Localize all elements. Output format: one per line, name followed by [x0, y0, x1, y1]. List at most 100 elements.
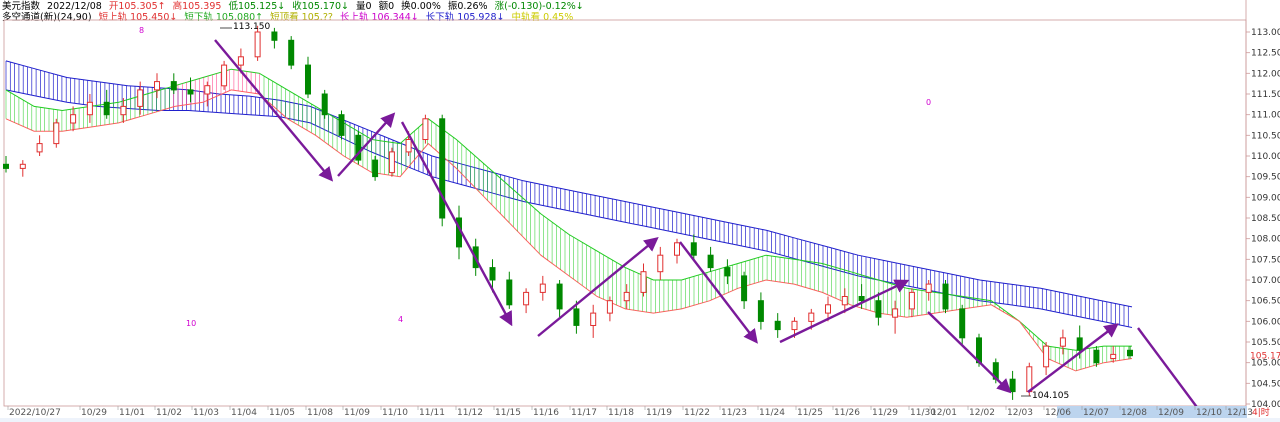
trend-arrow [400, 121, 513, 327]
candle-body [606, 300, 613, 314]
candle-body [422, 118, 429, 141]
candle-body [1043, 345, 1050, 368]
candle [892, 300, 899, 334]
candle-body [137, 89, 144, 107]
candle [1009, 370, 1016, 400]
candle-body [372, 159, 379, 178]
candle-body [573, 308, 580, 326]
candle [690, 234, 697, 260]
candle-body [623, 291, 630, 302]
candle-body [221, 64, 228, 87]
candle [741, 271, 748, 309]
x-tick-label: 11/05 [269, 408, 295, 418]
candle-body [187, 89, 194, 95]
candle [154, 73, 160, 99]
candle-body [1110, 353, 1117, 359]
candle [908, 288, 915, 318]
trend-arrows [214, 39, 1208, 422]
candle [1110, 346, 1117, 363]
price-chart[interactable]: 113.000 112.500 112.000 111.500 111.000 110.5… [0, 0, 1280, 422]
candle-body [724, 267, 731, 277]
candle-body [539, 283, 546, 293]
candle-body [774, 320, 781, 331]
low-annotation: 104.105 [1032, 391, 1069, 401]
candle [388, 147, 395, 177]
candle-body [19, 163, 26, 169]
candle-body [3, 163, 9, 169]
candle [674, 238, 680, 264]
x-tick-label: 11/03 [193, 408, 219, 418]
candle-body [53, 122, 60, 145]
x-tick-label: 11/15 [495, 408, 521, 418]
candle-body [1059, 337, 1066, 347]
x-tick-label: 11/11 [419, 408, 445, 418]
candle [288, 36, 295, 70]
marker-4: 4 [398, 315, 403, 324]
candle-body [1093, 349, 1100, 364]
candle-body [556, 283, 563, 310]
candle-body [808, 312, 815, 322]
trend-arrow [537, 236, 659, 337]
candle [271, 27, 278, 49]
candle [539, 275, 546, 301]
x-tick-label: 11/01 [119, 408, 145, 418]
candle-body [707, 254, 714, 269]
x-tick-label: 12/10 [1196, 408, 1222, 418]
candle [19, 160, 26, 177]
candle-body [506, 279, 513, 306]
candle [724, 259, 731, 285]
candle-body [254, 31, 261, 58]
y-tick-label: 108.500 [1251, 214, 1280, 224]
x-tick-label: 2022/10/27 [9, 408, 61, 418]
candle-body [757, 300, 764, 322]
current-price-label: 105.170 [1250, 352, 1280, 362]
candle [439, 114, 446, 227]
candle [170, 73, 177, 94]
y-tick-label: 107.500 [1251, 255, 1280, 265]
high-annotation: 113.150 [233, 22, 270, 32]
candle-body [674, 242, 680, 256]
candle [506, 271, 513, 309]
y-tick-label: 111.500 [1251, 90, 1280, 100]
candle [204, 81, 211, 107]
x-tick-label: 10/29 [81, 408, 107, 418]
candle-body [170, 81, 177, 91]
candle-body [942, 283, 949, 310]
period-label[interactable]: 4|时 [1252, 406, 1270, 418]
candle [640, 263, 647, 297]
trend-arrow [337, 112, 396, 177]
candle [422, 114, 429, 144]
candle [606, 296, 613, 322]
trend-arrow [1137, 327, 1208, 422]
x-tick-label: 11/19 [646, 408, 672, 418]
y-tick-label: 109.500 [1251, 173, 1280, 183]
y-tick-label: 113.000 [1251, 28, 1280, 38]
x-tick-label: 11/12 [457, 408, 483, 418]
x-tick-label: 12/08 [1121, 408, 1147, 418]
candle-body [70, 114, 77, 124]
candle [657, 246, 664, 280]
candle-body [154, 81, 160, 91]
candle-body [1026, 366, 1033, 393]
candle-body [489, 267, 496, 281]
candle-body [825, 304, 831, 314]
candle [942, 280, 949, 314]
trend-arrow [1027, 323, 1119, 393]
candle-body [791, 320, 798, 331]
x-tick-label: 12/06 [1045, 408, 1071, 418]
x-tick-label: 11/10 [382, 408, 408, 418]
candle [321, 89, 328, 119]
x-tick-label: 11/29 [872, 408, 898, 418]
x-tick-label: 12/03 [1007, 408, 1033, 418]
x-tick-label: 11/22 [684, 408, 710, 418]
candle [305, 56, 311, 99]
time-axis: 2022/10/27 10/29 11/01 11/02 11/03 11/04 11/05… [7, 406, 1253, 418]
y-tick-label: 109.000 [1251, 193, 1280, 203]
candle-body [321, 93, 328, 116]
x-tick-label: 11/17 [571, 408, 597, 418]
candle-body [103, 101, 110, 116]
candle-body [305, 64, 311, 95]
candle [355, 131, 362, 165]
x-tick-label: 11/02 [156, 408, 182, 418]
candle-body [590, 312, 597, 327]
